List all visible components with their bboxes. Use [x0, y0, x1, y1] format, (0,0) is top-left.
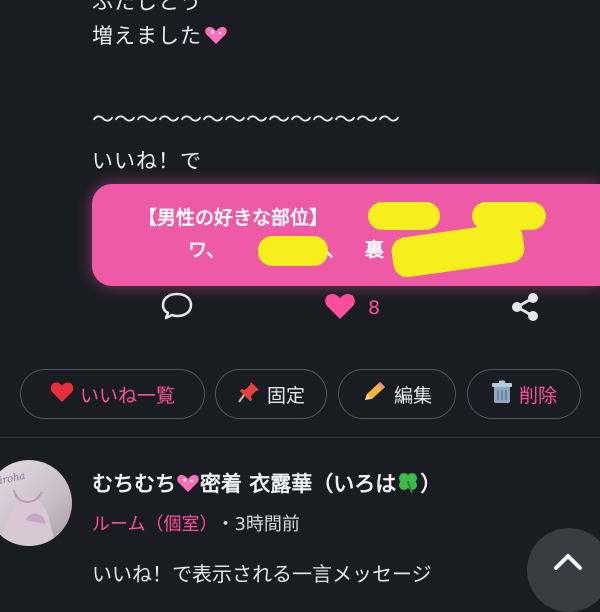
comment-button[interactable] — [160, 290, 194, 324]
pin-label: 固定 — [266, 384, 305, 407]
divider — [0, 437, 600, 438]
like-count: 8 — [368, 297, 381, 319]
post-text-increased-label: 増えました — [92, 24, 202, 48]
redaction-mark — [368, 202, 440, 230]
edit-label: 編集 — [393, 384, 432, 407]
comment-bubble-icon — [160, 290, 194, 324]
avatar[interactable]: iroha — [0, 460, 72, 546]
post-text-like-prompt: いいね！で — [92, 149, 202, 173]
post-text-increased: 増えました — [92, 20, 228, 51]
sparkling-heart-icon — [204, 24, 228, 51]
post-text-wave: ～～～～～～～～～～～～～～ — [92, 108, 401, 133]
room-link[interactable]: ルーム（個室） — [92, 514, 208, 535]
chevron-up-icon — [527, 528, 585, 578]
heart-icon — [324, 292, 356, 324]
pin-button[interactable]: 固定 — [215, 369, 327, 419]
author-name-part-3: ） — [420, 472, 442, 496]
share-icon — [508, 290, 542, 328]
delete-label: 削除 — [518, 384, 557, 407]
post-time: ・3時間前 — [216, 514, 300, 535]
avatar-watermark: iroha — [0, 471, 26, 487]
pushpin-icon — [237, 380, 261, 409]
likes-list-label: いいね一覧 — [79, 384, 175, 407]
author-name-part-2: 密着 衣露華（いろは — [200, 472, 397, 496]
red-heart-icon — [50, 381, 74, 408]
share-button[interactable] — [508, 290, 542, 328]
four-leaf-clover-icon — [396, 470, 420, 499]
likes-list-button[interactable]: いいね一覧 — [20, 369, 205, 419]
like-reveal-card[interactable]: 【男性の好きな部位】・キ ワ、キワ、裏 — [92, 184, 600, 286]
delete-button[interactable]: 削除 — [467, 369, 581, 419]
scroll-top-button[interactable] — [527, 528, 600, 612]
post-message: いいね！で表示される一言メッセージ — [92, 562, 432, 586]
author-name-part-1: むちむち — [92, 472, 176, 496]
post-author-name[interactable]: むちむち 密着 衣露華（いろは ） — [92, 468, 441, 499]
card-line-2-start: ワ、 — [188, 239, 225, 261]
trash-can-icon — [491, 380, 513, 409]
card-line-1-label: 【男性の好きな部位】 — [137, 207, 328, 229]
pencil-icon — [362, 380, 388, 409]
like-button[interactable]: 8 — [324, 292, 380, 324]
post-meta: ルーム（個室） ・3時間前 — [92, 510, 300, 536]
sparkling-heart-icon — [176, 472, 200, 499]
redaction-mark — [258, 236, 328, 266]
card-line-2-end: 裏 — [364, 239, 384, 261]
post-text-cut: ふたしとう — [92, 0, 202, 14]
post-action-bar: 8 — [0, 286, 600, 328]
edit-button[interactable]: 編集 — [338, 369, 456, 419]
